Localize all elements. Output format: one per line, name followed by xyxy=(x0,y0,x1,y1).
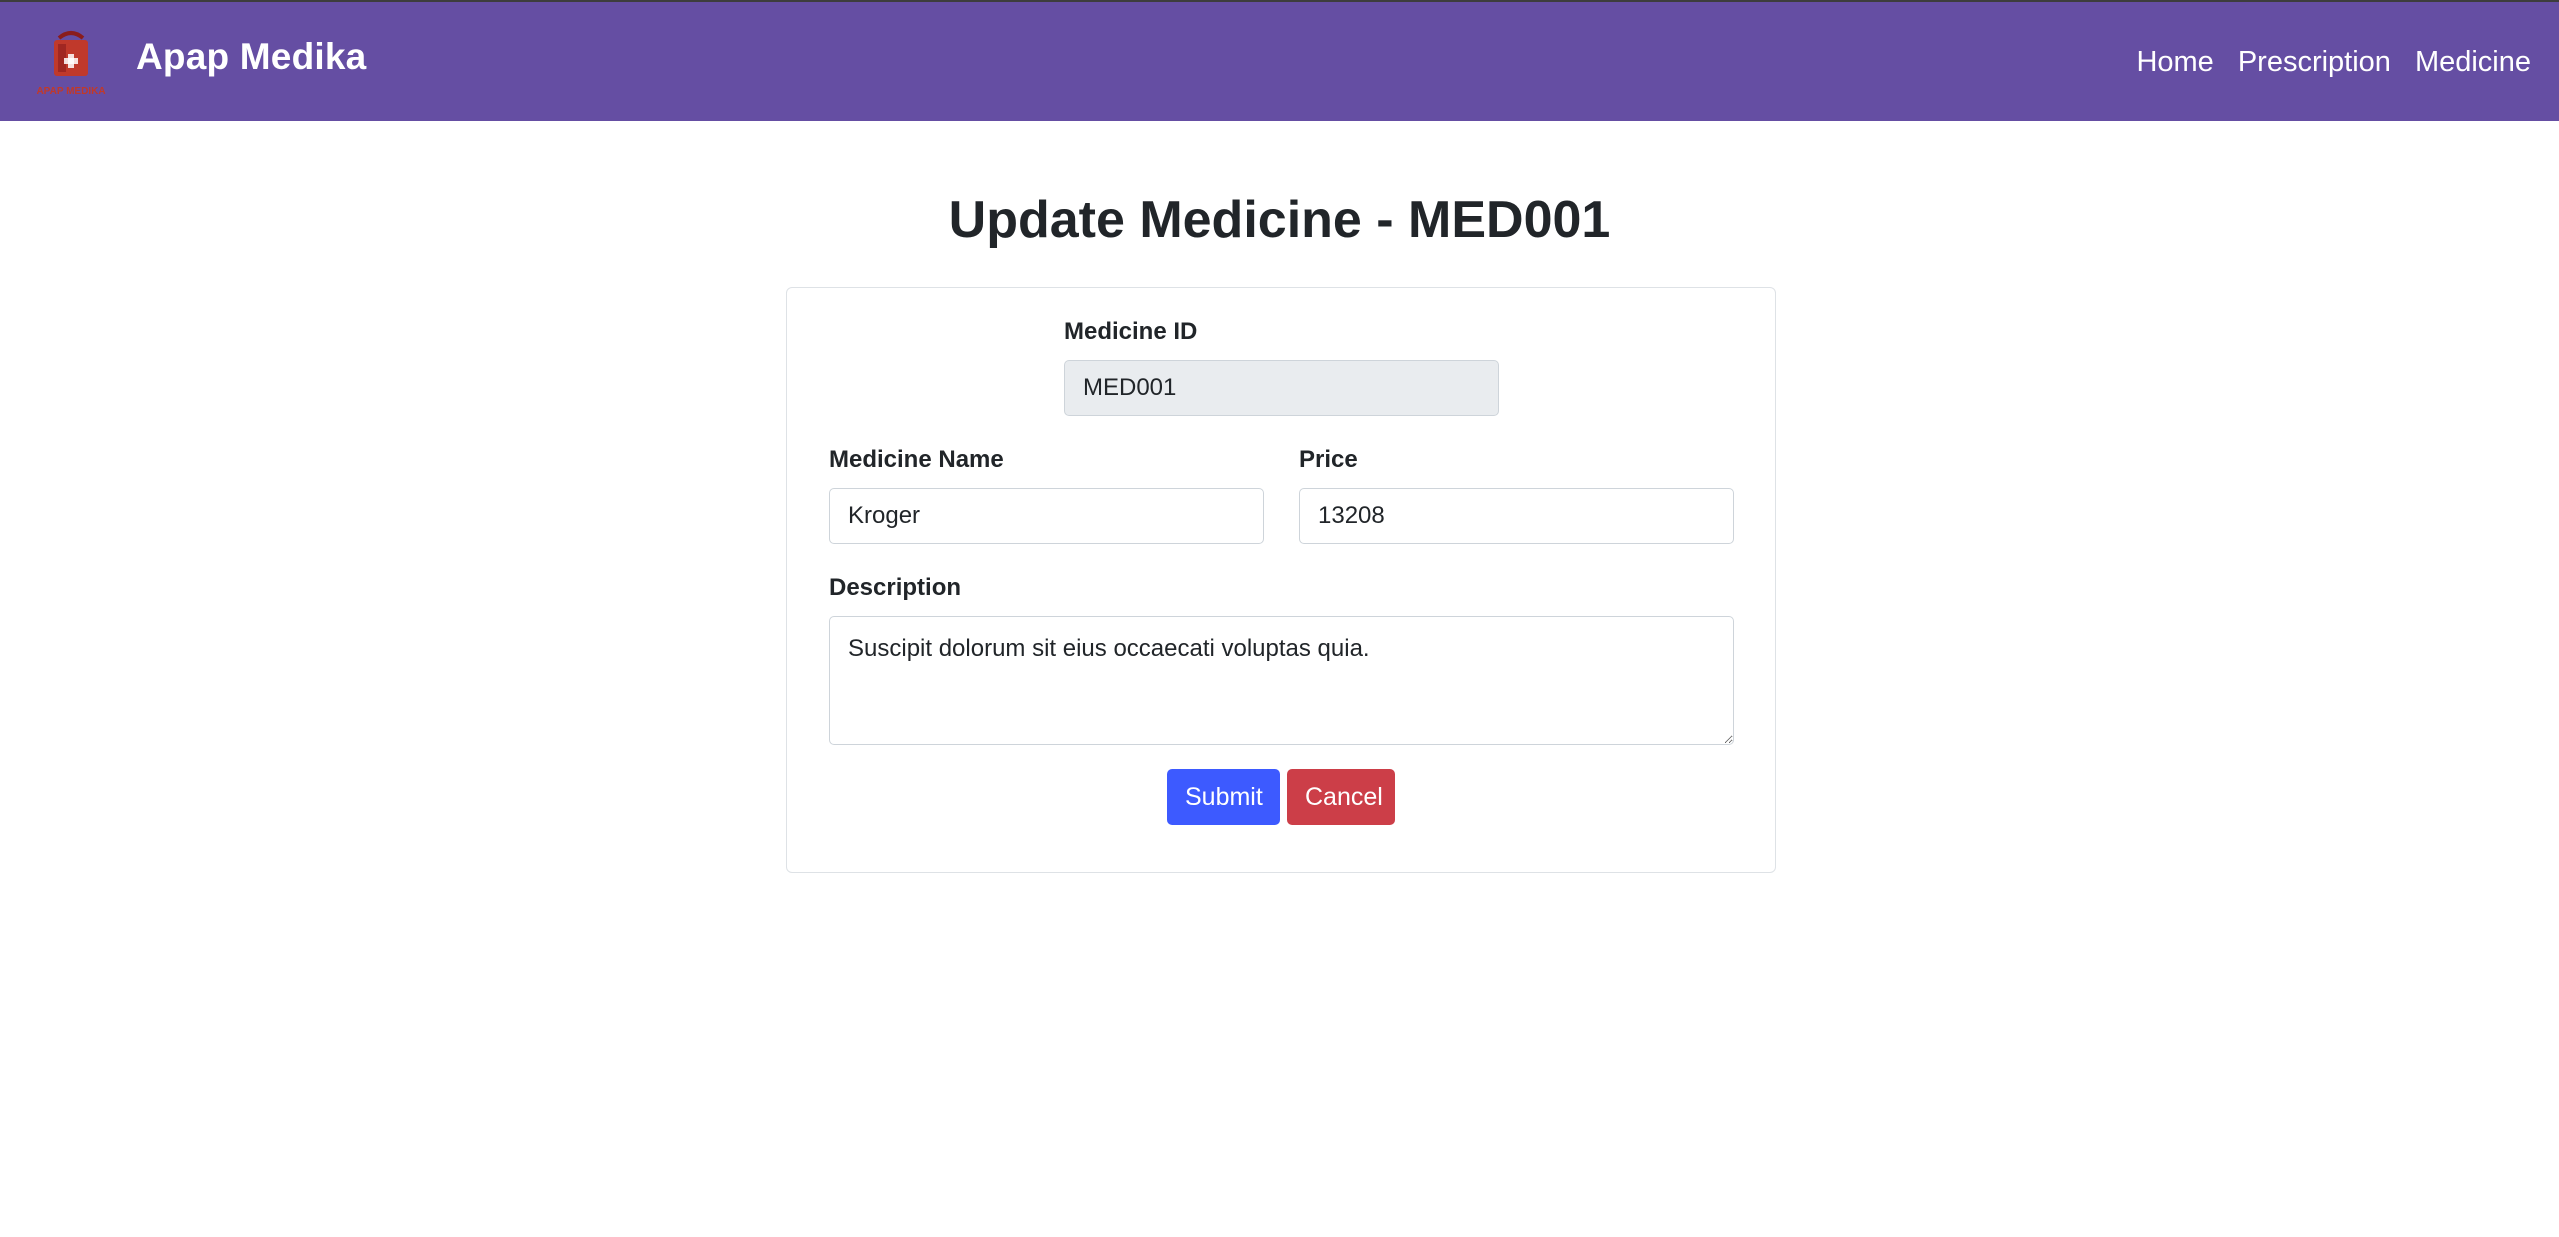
brand-name[interactable]: Apap Medika xyxy=(136,36,366,78)
nav-links: Home Prescription Medicine xyxy=(2136,46,2531,79)
description-field[interactable]: Suscipit dolorum sit eius occaecati volu… xyxy=(829,616,1734,745)
price-label: Price xyxy=(1299,446,1358,473)
submit-button[interactable]: Submit xyxy=(1167,769,1280,825)
medicine-bag-icon: APAP MEDIKA xyxy=(36,31,106,97)
price-field[interactable] xyxy=(1299,488,1734,544)
medicine-id-label: Medicine ID xyxy=(1064,318,1198,345)
navbar: APAP MEDIKA Apap Medika Home Prescriptio… xyxy=(0,2,2559,121)
medicine-name-field[interactable] xyxy=(829,488,1264,544)
update-medicine-form: Medicine ID Medicine Name Price Descript… xyxy=(786,287,1776,873)
brand-logo[interactable]: APAP MEDIKA xyxy=(28,28,114,98)
nav-medicine[interactable]: Medicine xyxy=(2415,46,2531,79)
cancel-button[interactable]: Cancel xyxy=(1287,769,1395,825)
description-label: Description xyxy=(829,574,962,601)
medicine-id-field[interactable] xyxy=(1064,360,1499,416)
nav-prescription[interactable]: Prescription xyxy=(2238,46,2391,79)
medicine-name-label: Medicine Name xyxy=(829,446,1004,473)
logo-text: APAP MEDIKA xyxy=(36,86,105,97)
nav-home[interactable]: Home xyxy=(2136,46,2213,79)
page-title: Update Medicine - MED001 xyxy=(948,191,1611,249)
